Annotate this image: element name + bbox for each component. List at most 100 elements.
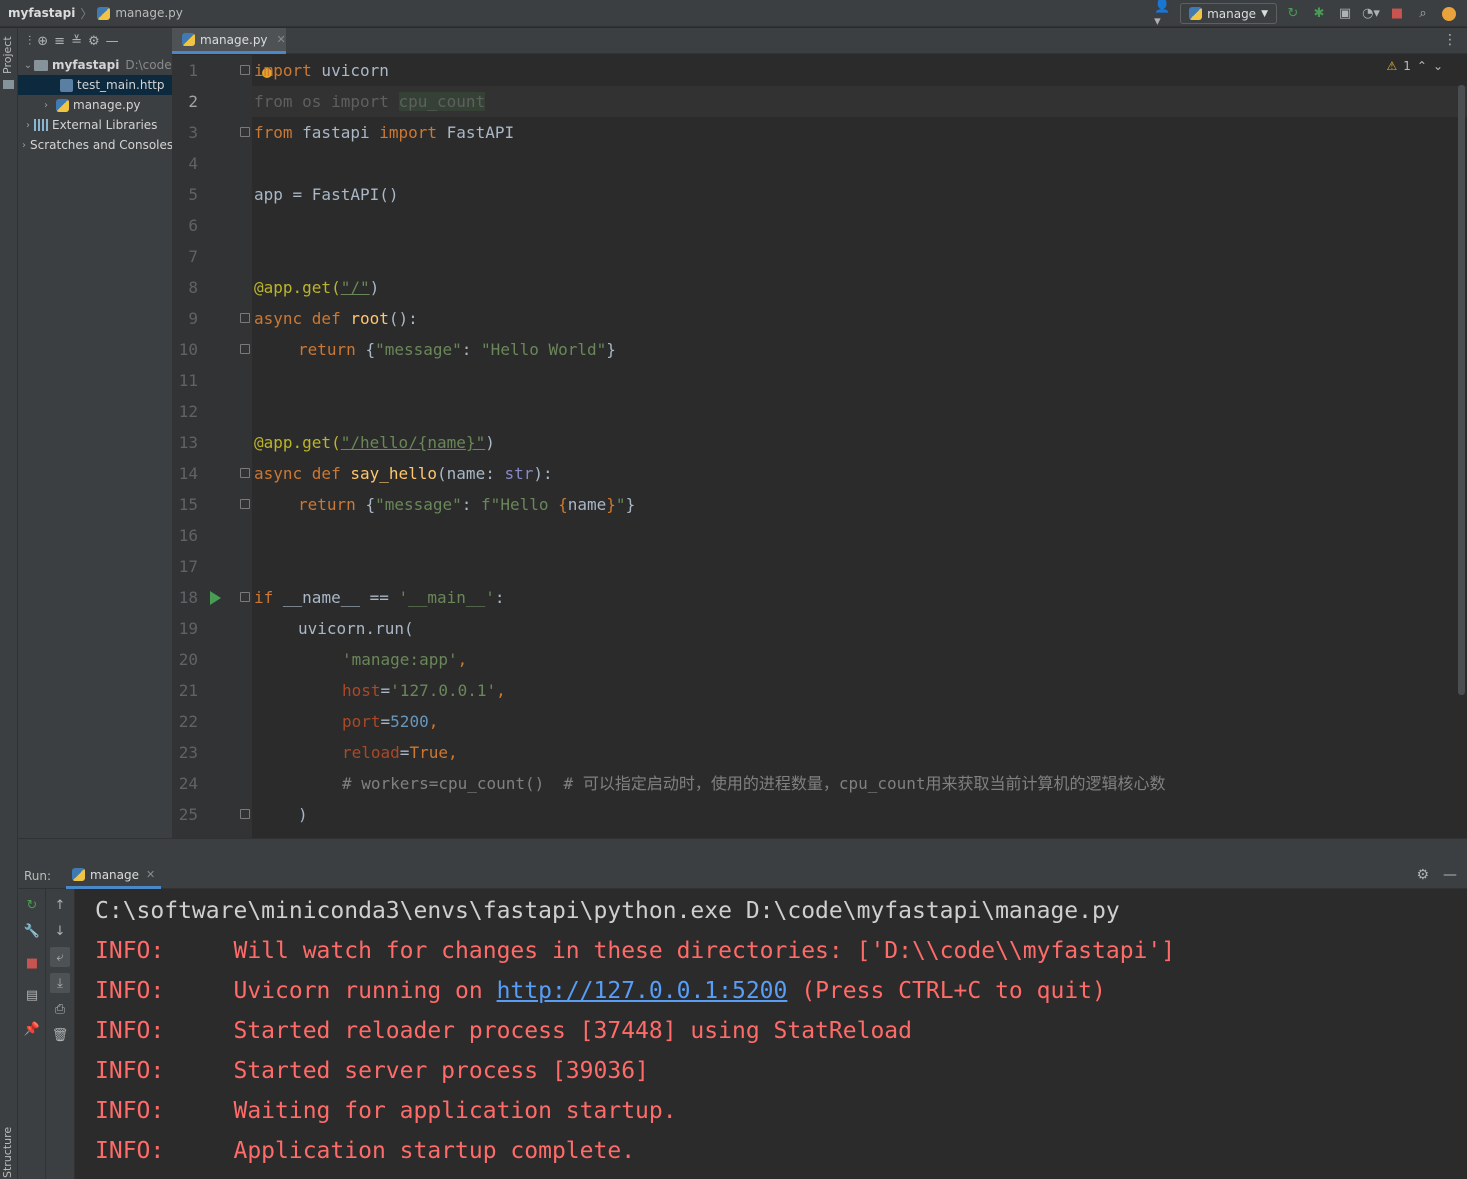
run-gutter-icon[interactable] (210, 591, 221, 605)
more-icon[interactable]: ⋮ (1443, 32, 1457, 48)
code-token: f"Hello (481, 495, 559, 514)
soft-wrap-icon[interactable]: ⤶ (50, 947, 70, 967)
tree-item-project-root[interactable]: ⌄ myfastapi D:\code (18, 55, 172, 75)
arrow-down-icon[interactable]: ↓ (50, 921, 70, 941)
line-number: 8 (188, 278, 198, 297)
print-icon[interactable]: ⎙ (50, 999, 70, 1019)
code-token: '127.0.0.1' (390, 681, 497, 700)
line-number: 19 (178, 619, 198, 638)
code-token: FastAPI (437, 123, 515, 142)
code-line: reload=True, (342, 737, 458, 768)
code-line: host='127.0.0.1', (342, 675, 506, 706)
code-token: "/hello/{name}" (340, 433, 486, 452)
inspection-widget[interactable]: ⚠ 1 ⌃ ⌄ (1386, 59, 1443, 73)
run-config-label: manage (1207, 6, 1257, 21)
stop-icon[interactable]: ■ (1387, 4, 1407, 24)
gear-icon[interactable]: ⚙ (88, 34, 100, 49)
run-console[interactable]: C:\software\miniconda3\envs\fastapi\pyth… (75, 889, 1467, 1179)
debug-icon[interactable]: ✱ (1309, 4, 1329, 24)
server-url-link[interactable]: http://127.0.0.1:5200 (497, 978, 788, 1004)
code-token: __name__ == (282, 588, 399, 607)
update-icon[interactable] (1439, 4, 1459, 24)
code-token: name (567, 495, 607, 514)
run-config-select[interactable]: manage ▼ (1180, 3, 1277, 24)
minimize-icon[interactable]: — (106, 34, 119, 49)
run-label: Run: (24, 869, 52, 883)
run-tab-manage[interactable]: manage ✕ (66, 863, 162, 889)
layout-icon[interactable]: ▤ (22, 985, 42, 1005)
code-token: import (379, 123, 438, 142)
line-number: 25 (178, 805, 198, 824)
close-icon[interactable]: ✕ (277, 33, 286, 46)
arrow-up-icon[interactable]: ↑ (50, 895, 70, 915)
chevron-right-icon[interactable]: › (22, 140, 26, 151)
fold-marker[interactable] (240, 809, 250, 819)
minimize-icon[interactable]: — (1443, 867, 1457, 883)
line-number: 12 (178, 402, 198, 421)
locate-icon[interactable]: ⊕ (37, 34, 48, 49)
code-token: , (457, 650, 468, 669)
collapse-all-icon[interactable]: ≚ (71, 34, 82, 49)
scroll-to-end-icon[interactable]: ⤓ (50, 973, 70, 993)
chevron-up-icon[interactable]: ⌃ (1417, 59, 1427, 73)
fold-marker[interactable] (240, 65, 250, 75)
fold-marker[interactable] (240, 468, 250, 478)
project-tool-label[interactable]: Project (1, 36, 14, 74)
user-icon[interactable]: 👤▾ (1154, 0, 1174, 29)
python-file-icon (97, 6, 111, 20)
layout-icon[interactable]: ⫶ (28, 34, 31, 49)
tree-item-label: Scratches and Consoles (30, 138, 172, 152)
chevron-right-icon[interactable]: › (40, 100, 52, 111)
code-line: uvicorn.run( (298, 619, 414, 638)
close-icon[interactable]: ✕ (146, 868, 155, 881)
tree-item-path: D:\code (125, 58, 172, 72)
run-toolbar-secondary: ↑ ↓ ⤶ ⤓ ⎙ 🗑 (46, 889, 75, 1179)
line-number: 18 (178, 588, 198, 607)
code-token: } (606, 340, 616, 359)
fold-marker[interactable] (240, 499, 250, 509)
code-line: @app.get("/") (254, 272, 379, 303)
trash-icon[interactable]: 🗑 (50, 1025, 70, 1045)
fold-marker[interactable] (240, 127, 250, 137)
python-file-icon (182, 33, 195, 46)
chevron-down-icon[interactable]: ⌄ (1433, 59, 1443, 73)
code-token: str (504, 464, 534, 483)
vertical-scrollbar[interactable] (1458, 85, 1465, 695)
fold-marker[interactable] (240, 344, 250, 354)
fold-marker[interactable] (240, 313, 250, 323)
profile-icon[interactable]: ◔▾ (1361, 4, 1381, 24)
breadcrumb-file[interactable]: manage.py (115, 6, 183, 20)
panel-divider[interactable] (18, 838, 1467, 863)
search-icon[interactable]: ⌕ (1413, 4, 1433, 24)
pin-icon[interactable]: 📌 (22, 1019, 42, 1039)
line-number: 3 (188, 123, 198, 142)
tree-item-manage-py[interactable]: › manage.py (18, 95, 172, 115)
folder-icon (34, 59, 48, 71)
rerun-icon[interactable]: ↻ (22, 895, 42, 915)
toolbar-right: 👤▾ manage ▼ ↻ ✱ ▣ ◔▾ ■ ⌕ (1154, 0, 1467, 29)
python-icon (72, 868, 85, 881)
code-line: async def root(): (254, 303, 418, 334)
chevron-down-icon[interactable]: ⌄ (22, 60, 34, 71)
expand-all-icon[interactable]: ≡ (54, 34, 65, 49)
code-token: async def (254, 309, 351, 328)
code-editor[interactable]: 1 2 3 4 5 6 7 8 9 10 11 12 13 14 15 16 1… (172, 55, 1467, 838)
code-token: from os import (254, 92, 399, 111)
rerun-icon[interactable]: ↻ (1283, 4, 1303, 24)
tree-item-test-main-http[interactable]: test_main.http (18, 75, 172, 95)
console-line: INFO: Uvicorn running on http://127.0.0.… (95, 971, 1106, 1011)
tree-item-external-libraries[interactable]: › External Libraries (18, 115, 172, 135)
run-panel-header: Run: manage ✕ ⚙ — (18, 863, 1467, 889)
structure-tool-label[interactable]: Structure (1, 1127, 14, 1178)
tab-manage-py[interactable]: manage.py ✕ (172, 28, 286, 54)
gear-icon[interactable]: ⚙ (1416, 867, 1429, 883)
stop-icon[interactable]: ■ (22, 953, 42, 973)
warning-icon: ⚠ (1386, 59, 1398, 73)
coverage-icon[interactable]: ▣ (1335, 4, 1355, 24)
breadcrumb-project[interactable]: myfastapi (8, 6, 75, 20)
wrench-icon[interactable]: 🔧 (22, 921, 42, 941)
fold-marker[interactable] (240, 592, 250, 602)
chevron-right-icon[interactable]: › (22, 120, 34, 131)
tree-item-scratches[interactable]: › Scratches and Consoles (18, 135, 172, 155)
code-line: if __name__ == '__main__': (254, 582, 504, 613)
